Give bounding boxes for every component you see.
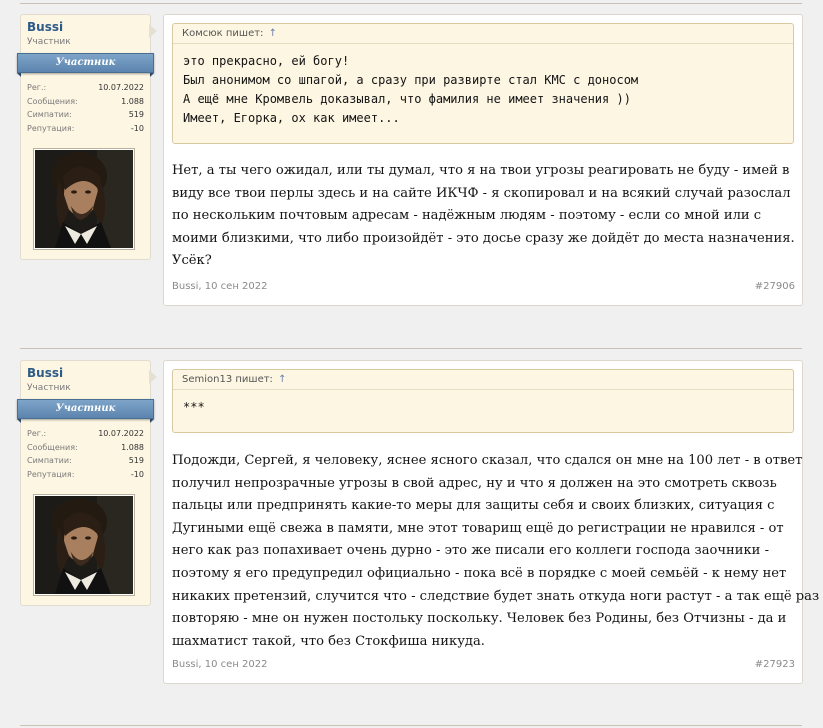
stat-value: 10.07.2022 xyxy=(98,429,144,438)
quote-header: Комсюк пишет: ↑ xyxy=(173,24,793,44)
stat-label: Сообщения: xyxy=(27,442,78,452)
message-line: Подожди, Сергей, я человеку, яснее ясног… xyxy=(172,453,803,468)
stat-label: Рег.: xyxy=(27,429,47,438)
speech-arrow xyxy=(149,370,157,384)
message-line: него как раз попахивает очень дурно - эт… xyxy=(172,543,769,559)
stat-label: Репутация: xyxy=(27,469,75,479)
post-separator xyxy=(20,725,802,726)
stat-value: 1.088 xyxy=(121,442,144,452)
message-line: виду все твои перлы здесь и на сайте ИКЧ… xyxy=(172,185,791,201)
message-line: моими близкими, что либо произойдёт - эт… xyxy=(172,230,795,246)
post-footer: Bussi, 10 сен 2022 #27923 xyxy=(172,659,795,670)
post-separator xyxy=(20,3,802,4)
quote-jump-arrow-icon[interactable]: ↑ xyxy=(269,28,277,39)
quote-line: *** xyxy=(183,400,205,414)
quote-jump-arrow-icon[interactable]: ↑ xyxy=(278,374,286,385)
quote-line: это прекрасно, ей богу! xyxy=(183,54,350,68)
quote-line: Был анонимом со шпагой, а сразу при разв… xyxy=(183,73,639,87)
post-separator xyxy=(20,348,802,349)
message-line: пальцы или предпринять какие-то меры для… xyxy=(172,498,775,514)
message-line: по нескольким почтовым адресам - надёжны… xyxy=(172,208,762,224)
quote-author: Комсюк пишет: xyxy=(182,28,264,39)
post-permalink[interactable]: #27923 xyxy=(755,659,795,670)
user-stats: Рег.: 10.07.2022 Сообщения: 1.088 Симпатии… xyxy=(27,81,144,135)
user-stats: Рег.: 10.07.2022 Сообщения: 1.088 Симпатии… xyxy=(27,427,144,481)
stat-reputation: Репутация: -10 xyxy=(27,122,144,136)
post-permalink[interactable]: #27906 xyxy=(755,281,795,292)
stat-registered: Рег.: 10.07.2022 xyxy=(27,427,144,441)
user-panel: Bussi Участник Участник Рег.: 10.07.2022 … xyxy=(17,360,154,606)
avatar[interactable] xyxy=(33,148,135,250)
footer-author-link[interactable]: Bussi xyxy=(172,659,198,670)
stat-value: 10.07.2022 xyxy=(98,83,144,92)
avatar-portrait-image xyxy=(35,496,133,594)
message-line: Нет, а ты чего ожидал, или ты думал, что… xyxy=(172,163,790,178)
speech-arrow xyxy=(149,24,157,38)
message-text: Подожди, Сергей, я человеку, яснее ясног… xyxy=(172,450,820,653)
stat-value: -10 xyxy=(130,469,144,479)
message-line: шахматист такой, что без Стокфиша никуда… xyxy=(172,633,485,649)
stat-likes: Симпатии: 519 xyxy=(27,454,144,468)
username-link[interactable]: Bussi xyxy=(27,366,63,380)
stat-registered: Рег.: 10.07.2022 xyxy=(27,81,144,95)
post-footer: Bussi, 10 сен 2022 #27906 xyxy=(172,281,795,292)
username-link[interactable]: Bussi xyxy=(27,20,63,34)
footer-author-link[interactable]: Bussi xyxy=(172,281,198,292)
stat-label: Репутация: xyxy=(27,123,75,133)
message-line: получил непрозрачные угрозы в свой адрес… xyxy=(172,475,777,491)
message-line: Усёк? xyxy=(172,253,212,269)
user-title: Участник xyxy=(27,37,71,47)
avatar-portrait-image xyxy=(35,150,133,248)
message-body: Semion13 пишет: ↑ *** Подожди, Сергей, я… xyxy=(163,360,820,684)
rank-ribbon: Участник xyxy=(17,53,154,77)
quote-line: Имеет, Егорка, ох как имеет... xyxy=(183,111,400,125)
stat-value: 519 xyxy=(128,110,144,119)
quote-text: это прекрасно, ей богу! Был анонимом со … xyxy=(173,44,793,128)
stat-reputation: Репутация: -10 xyxy=(27,468,144,482)
message-line: повторяю - мне он нужен постольку поскол… xyxy=(172,611,787,627)
avatar[interactable] xyxy=(33,494,135,596)
stat-value: 519 xyxy=(128,456,144,465)
message-line: никаких претензий, случится что - следст… xyxy=(172,588,820,604)
quote-author: Semion13 пишет: xyxy=(182,374,273,385)
stat-label: Симпатии: xyxy=(27,110,72,119)
stat-messages: Сообщения: 1.088 xyxy=(27,441,144,455)
user-title: Участник xyxy=(27,383,71,393)
stat-label: Симпатии: xyxy=(27,456,72,465)
post-date[interactable]: , 10 сен 2022 xyxy=(198,281,267,292)
message-text: Нет, а ты чего ожидал, или ты думал, что… xyxy=(172,160,796,273)
quote-line: А ещё мне Кромвель доказывал, что фамили… xyxy=(183,92,631,106)
message-line: Дугиными ещё свежа в памяти, мне этот то… xyxy=(172,520,784,536)
stat-likes: Симпатии: 519 xyxy=(27,108,144,122)
quote-block: Semion13 пишет: ↑ *** xyxy=(172,369,794,433)
message-line: поэтому я его предупредил официально - п… xyxy=(172,565,787,581)
stat-messages: Сообщения: 1.088 xyxy=(27,95,144,109)
stat-label: Рег.: xyxy=(27,83,47,92)
stat-value: -10 xyxy=(130,123,144,133)
stat-label: Сообщения: xyxy=(27,96,78,106)
quote-text: *** xyxy=(173,390,793,417)
quote-block: Комсюк пишет: ↑ это прекрасно, ей богу! … xyxy=(172,23,794,144)
quote-header: Semion13 пишет: ↑ xyxy=(173,370,793,390)
rank-ribbon: Участник xyxy=(17,399,154,423)
stat-value: 1.088 xyxy=(121,96,144,106)
post-date[interactable]: , 10 сен 2022 xyxy=(198,659,267,670)
user-panel: Bussi Участник Участник Рег.: 10.07.2022 … xyxy=(17,14,154,260)
message-body: Комсюк пишет: ↑ это прекрасно, ей богу! … xyxy=(163,14,803,306)
